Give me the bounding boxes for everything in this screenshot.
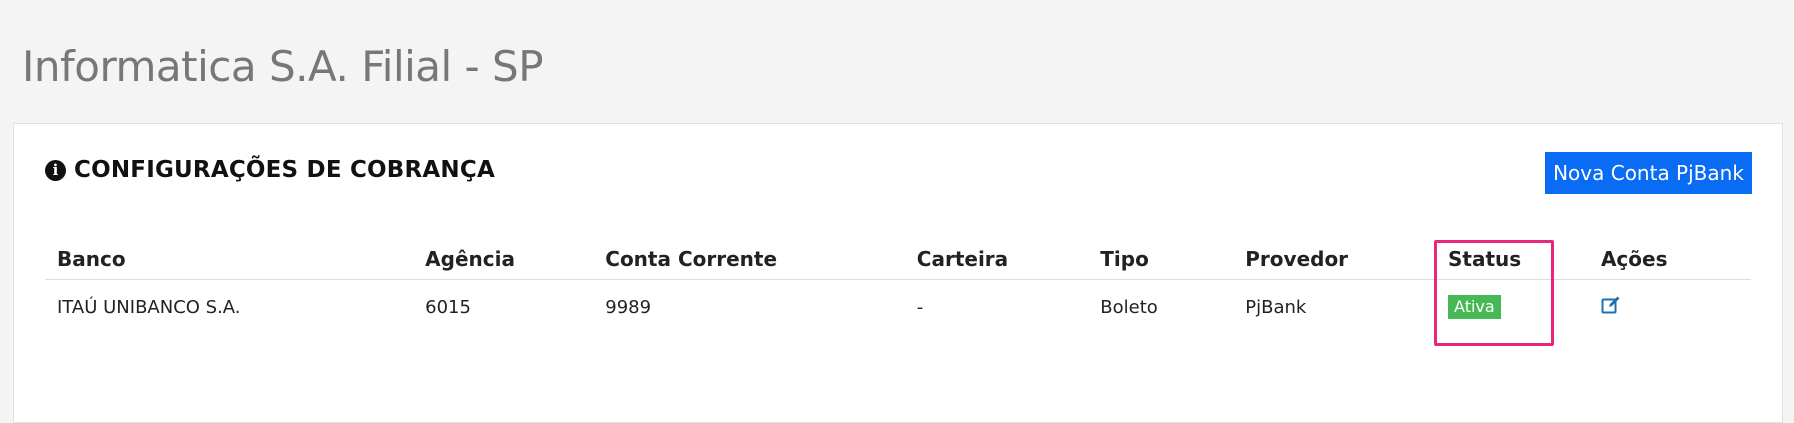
cell-carteira: -: [916, 296, 924, 318]
billing-config-card: i CONFIGURAÇÕES DE COBRANÇA Nova Conta P…: [13, 123, 1783, 423]
table-row: ITAÚ UNIBANCO S.A. 6015 9989 - Boleto Pj…: [45, 279, 1751, 335]
cell-agencia: 6015: [425, 296, 471, 318]
page-title: Informatica S.A. Filial - SP: [22, 42, 544, 91]
cell-provedor: PjBank: [1245, 296, 1307, 318]
column-header-provedor: Provedor: [1233, 239, 1437, 280]
cell-tipo: Boleto: [1100, 296, 1158, 318]
column-header-conta-corrente: Conta Corrente: [593, 239, 905, 280]
column-header-carteira: Carteira: [904, 239, 1089, 280]
column-header-banco: Banco: [45, 239, 414, 280]
cell-acoes: [1589, 279, 1751, 335]
info-circle-icon: i: [45, 159, 66, 181]
column-header-tipo: Tipo: [1088, 239, 1234, 280]
billing-table: Banco Agência Conta Corrente Carteira Ti…: [45, 239, 1751, 335]
new-pjbank-account-button[interactable]: Nova Conta PjBank: [1545, 152, 1752, 194]
column-header-status: Status: [1436, 239, 1589, 280]
table-header-row: Banco Agência Conta Corrente Carteira Ti…: [45, 239, 1751, 280]
card-title: CONFIGURAÇÕES DE COBRANÇA: [74, 157, 495, 183]
edit-icon-svg: [1601, 296, 1620, 314]
cell-conta-corrente: 9989: [605, 296, 652, 318]
card-header: i CONFIGURAÇÕES DE COBRANÇA: [45, 157, 495, 183]
edit-icon[interactable]: [1601, 295, 1621, 315]
column-header-agencia: Agência: [413, 239, 594, 280]
cell-status: Ativa: [1436, 279, 1589, 335]
column-header-acoes: Ações: [1588, 239, 1751, 280]
cell-banco: ITAÚ UNIBANCO S.A.: [57, 296, 241, 318]
status-badge: Ativa: [1448, 295, 1501, 320]
